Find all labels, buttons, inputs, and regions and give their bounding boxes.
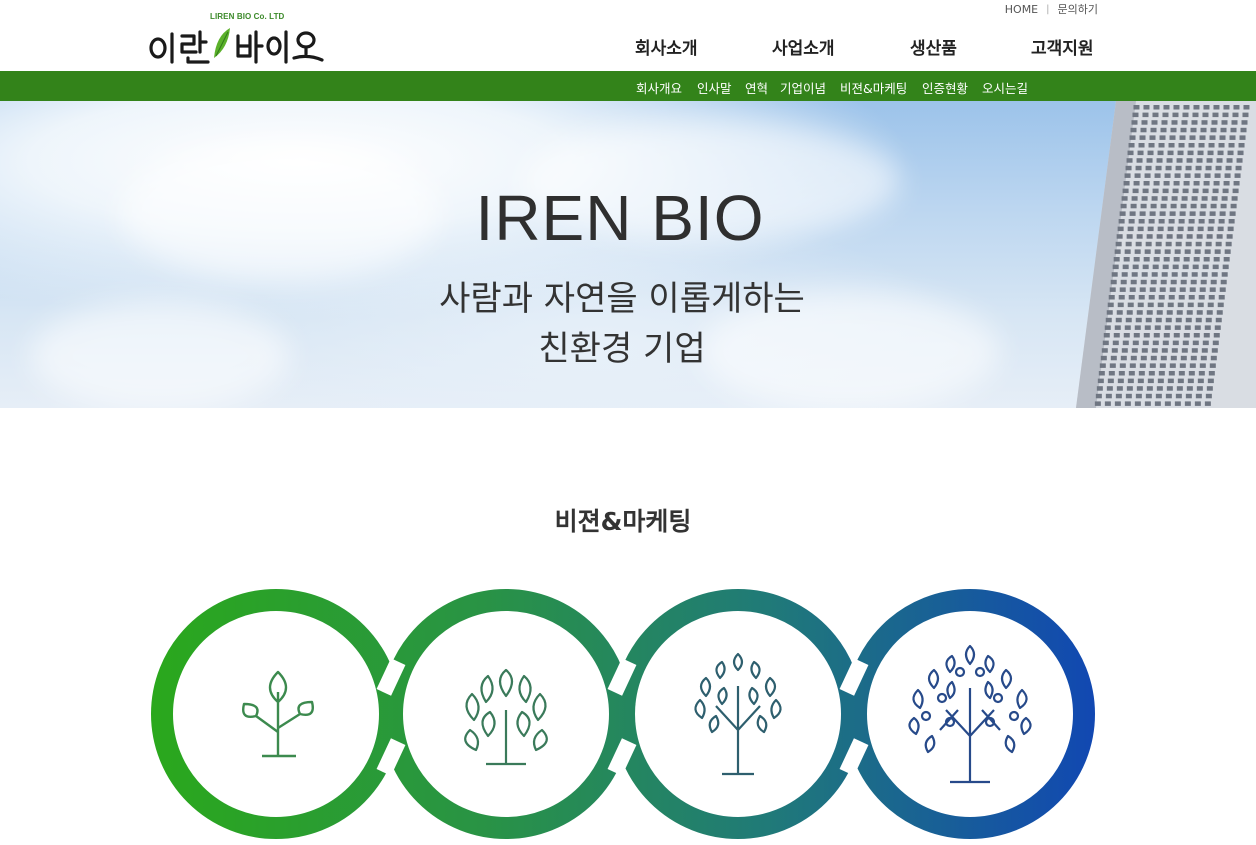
hero-tagline-1: 사람과 자연을 이롭게하는 — [439, 279, 805, 319]
hero-banner: IREN BIO 사람과 자연을 이롭게하는 친환경 기업 — [0, 101, 1256, 408]
nav-business[interactable]: 사업소개 — [772, 34, 835, 59]
section-title: 비젼&마케팅 — [554, 507, 692, 536]
subnav-certification[interactable]: 인증현황 — [922, 78, 968, 97]
site-header: LIREN BIO Co. LTD HOME | 문의하기 회사소개 사업소개 … — [0, 0, 1256, 71]
home-link[interactable]: HOME — [1005, 3, 1038, 16]
sub-nav-bar: 회사개요 인사말 연혁 기업이념 비젼&마케팅 인증현황 오시는길 — [0, 71, 1256, 101]
subnav-greeting[interactable]: 인사말 — [697, 78, 732, 97]
main-nav: 회사소개 사업소개 생산품 고객지원 — [0, 34, 1256, 64]
logo-subtitle: LIREN BIO Co. LTD — [210, 12, 285, 21]
ring-stage-1 — [151, 589, 401, 839]
hero-title: IREN BIO — [475, 182, 765, 254]
full-tree-icon — [908, 644, 1032, 784]
nav-support[interactable]: 고객지원 — [1031, 34, 1094, 59]
sprout-icon — [242, 670, 314, 758]
subnav-history[interactable]: 연혁 — [745, 78, 768, 97]
subnav-vision[interactable]: 비젼&마케팅 — [840, 78, 907, 97]
subnav-directions[interactable]: 오시는길 — [982, 78, 1028, 97]
subnav-philosophy[interactable]: 기업이념 — [780, 78, 826, 97]
bush-icon — [464, 668, 548, 766]
inquiry-link[interactable]: 문의하기 — [1058, 1, 1098, 17]
hero-tagline-2: 친환경 기업 — [538, 329, 706, 369]
utility-links: HOME | 문의하기 — [1005, 1, 1098, 17]
vision-rings — [151, 589, 1095, 839]
tree-icon — [694, 652, 782, 776]
subnav-overview[interactable]: 회사개요 — [636, 78, 682, 97]
util-divider: | — [1046, 3, 1050, 15]
nav-company[interactable]: 회사소개 — [635, 34, 698, 59]
nav-products[interactable]: 생산품 — [910, 34, 957, 59]
